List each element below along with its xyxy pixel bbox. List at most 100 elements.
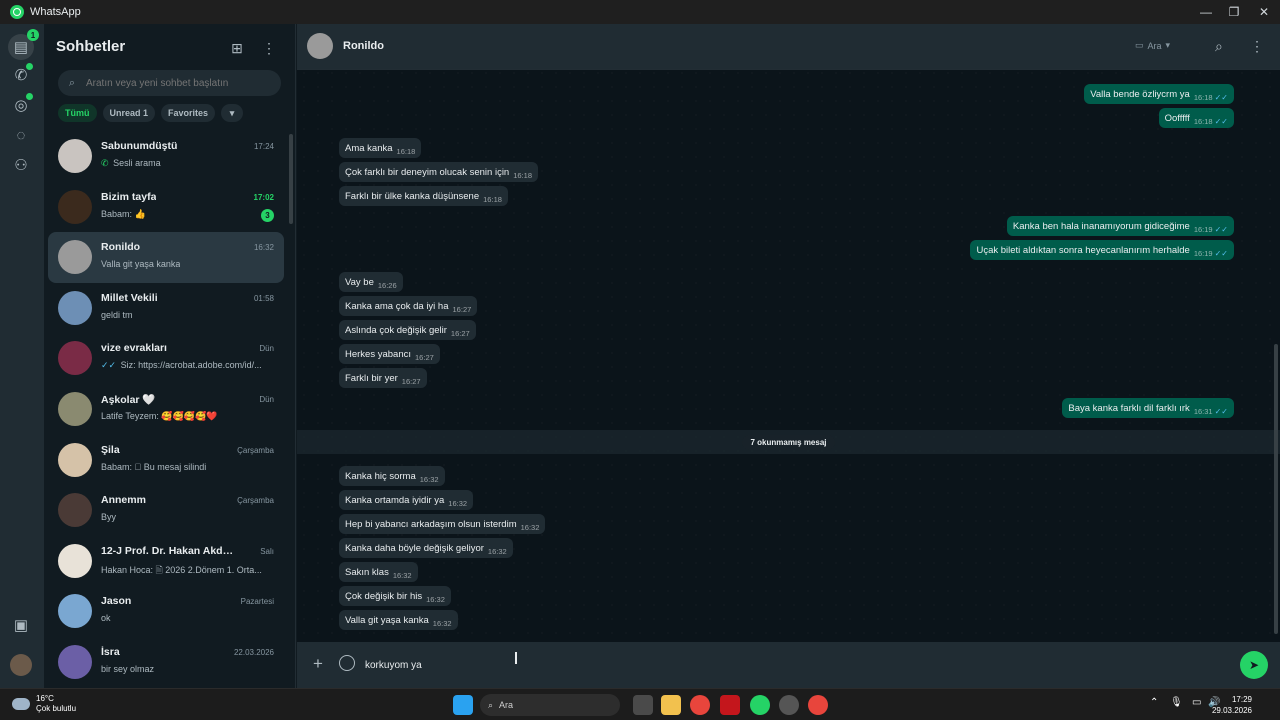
message-text: Sakın klas	[345, 566, 389, 578]
chat-list-item[interactable]: Annemm Çarşamba Byy	[48, 485, 284, 536]
outgoing-message[interactable]: Oofffff 16:18 ✓✓	[1158, 108, 1234, 128]
incoming-message[interactable]: Farklı bir yer 16:27	[339, 368, 427, 388]
emoji-icon[interactable]	[339, 655, 355, 671]
window-title: WhatsApp	[30, 6, 81, 18]
chat-preview-text: Siz: https://acrobat.adobe.com/id/...	[120, 360, 262, 371]
chrome-icon[interactable]	[690, 695, 710, 715]
profile-avatar[interactable]	[10, 654, 32, 676]
outgoing-message[interactable]: Uçak bileti aldıktan sonra heyecanlanırı…	[970, 240, 1234, 260]
new-chat-icon[interactable]: ⊞	[227, 38, 247, 58]
chat-preview: Babam: ⃠ Bu mesaj silindi	[101, 462, 206, 472]
chats-nav-icon[interactable]: ▤ 1	[8, 29, 39, 60]
sidebar-title: Sohbetler	[56, 38, 126, 55]
task-view-icon[interactable]	[633, 695, 653, 715]
chat-name: Aşkolar 🤍	[101, 393, 156, 406]
app-icon[interactable]	[779, 695, 799, 715]
incoming-message[interactable]: Farklı bir ülke kanka düşünsene 16:18	[339, 186, 508, 206]
conversation-scrollbar[interactable]	[1274, 344, 1278, 634]
chat-list-item[interactable]: Ronildo 16:32 Valla git yaşa kanka	[48, 232, 284, 283]
search-icon: ⌕	[488, 699, 494, 710]
chat-list-item[interactable]: Jason Pazartesi ok	[48, 586, 284, 637]
chat-preview-text: Babam: ⃠ Bu mesaj silindi	[101, 461, 207, 472]
message-text: Farklı bir ülke kanka düşünsene	[345, 190, 480, 202]
chat-list-item[interactable]: Aşkolar 🤍 Dün Latife Teyzem: 🥰🥰🥰🥰❤️	[48, 384, 284, 435]
menu-icon[interactable]: ⋮	[259, 38, 279, 58]
calls-nav-icon[interactable]: ✆	[10, 63, 33, 86]
outgoing-message[interactable]: Kanka ben hala inanamıyorum gidiceğime 1…	[1006, 216, 1234, 236]
incoming-message[interactable]: Ama kanka 16:18	[339, 138, 422, 158]
incoming-message[interactable]: Sakın klas 16:32	[339, 562, 418, 582]
double-check-icon: ✓✓	[1214, 406, 1228, 416]
filter-favorites[interactable]: Favorites	[161, 104, 216, 122]
message-text: Kanka hiç sorma	[345, 470, 416, 482]
chat-name: Annemm	[101, 494, 146, 507]
chat-preview: ✆ Sesli arama	[101, 158, 161, 169]
message-text: Farklı bir yer	[345, 372, 398, 384]
contact-name[interactable]: Ronildo	[343, 40, 384, 52]
maximize-button[interactable]: ❐	[1218, 0, 1250, 24]
attach-icon[interactable]: +	[313, 654, 323, 674]
message-text: Baya kanka farklı dil farklı ırk	[1068, 402, 1190, 414]
taskbar-search[interactable]: ⌕ Ara	[480, 694, 620, 716]
outgoing-message[interactable]: Valla bende özliycrm ya 16:18 ✓✓	[1084, 84, 1234, 104]
chat-list-item[interactable]: Bizim tayfa 17:02 Babam: 👍 3	[48, 182, 284, 233]
contact-avatar[interactable]	[307, 33, 333, 59]
close-window-button[interactable]: ✕	[1248, 0, 1280, 24]
message-text: Aslında çok değişik gelir	[345, 324, 447, 336]
chat-list-item[interactable]: İsra 22.03.2026 bir sey olmaz	[48, 637, 284, 688]
incoming-message[interactable]: Valla git yaşa kanka 16:32	[339, 610, 458, 630]
send-button[interactable]: ➤	[1240, 651, 1268, 679]
incoming-message[interactable]: Vay be 16:26	[339, 272, 403, 292]
message-input[interactable]	[365, 655, 1225, 675]
avatar	[58, 290, 92, 325]
chat-time: Dün	[259, 344, 274, 354]
conversation-pane: Ronildo ▭ Ara ▾ ⌕ ⋮ Valla bende özliycrm…	[297, 24, 1280, 688]
filter-unread[interactable]: Unread 1	[102, 104, 156, 122]
chat-list-item[interactable]: 12-J Prof. Dr. Hakan Akdoğan'ı... Salı H…	[48, 536, 284, 587]
weather-widget[interactable]: 16°C Çok bulutlu	[12, 694, 76, 714]
whatsapp-taskbar-icon[interactable]	[750, 695, 770, 715]
chat-name: Şila	[101, 443, 120, 456]
sidebar-scrollbar[interactable]	[289, 134, 293, 224]
chrome-profile-icon[interactable]	[808, 695, 828, 715]
chat-list-item[interactable]: Sabunumdüştü 17:24 ✆ Sesli arama	[48, 131, 284, 182]
chevron-up-icon[interactable]: ⌃	[1150, 697, 1158, 708]
acrobat-icon[interactable]	[720, 695, 740, 715]
incoming-message[interactable]: Hep bi yabancı arkadaşım olsun isterdim …	[339, 514, 546, 534]
microphone-icon[interactable]: 🎙	[1170, 697, 1183, 708]
display-icon[interactable]: ▭	[1192, 697, 1201, 708]
search-box[interactable]: ⌕	[58, 70, 281, 96]
call-button[interactable]: ▭ Ara ▾	[1135, 40, 1170, 51]
clock[interactable]: 17:29 29.03.2026	[1212, 694, 1252, 716]
start-icon[interactable]	[453, 695, 473, 715]
chat-name: 12-J Prof. Dr. Hakan Akdoğan'ı...	[101, 544, 236, 557]
incoming-message[interactable]: Herkes yabancı 16:27	[339, 344, 440, 364]
chat-time: Dün	[259, 394, 274, 404]
message-time: 16:32	[426, 594, 445, 604]
incoming-message[interactable]: Çok değişik bir his 16:32	[339, 586, 451, 606]
filter-all[interactable]: Tümü	[58, 104, 97, 122]
media-icon[interactable]: ▣	[10, 614, 32, 636]
status-nav-icon[interactable]: ◎	[10, 93, 33, 116]
outgoing-message[interactable]: Baya kanka farklı dil farklı ırk 16:31 ✓…	[1062, 398, 1234, 418]
incoming-message[interactable]: Kanka hiç sorma 16:32	[339, 466, 445, 486]
file-explorer-icon[interactable]	[661, 695, 681, 715]
menu-icon[interactable]: ⋮	[1250, 38, 1264, 55]
search-input[interactable]	[86, 77, 266, 89]
nav-rail: ▤ 1 ✆ ◎ ◌ ⚇ ▣	[0, 24, 44, 688]
incoming-message[interactable]: Kanka ortamda iyidir ya 16:32	[339, 490, 474, 510]
chat-list-item[interactable]: Şila Çarşamba Babam: ⃠ Bu mesaj silindi	[48, 435, 284, 486]
chat-preview: Babam: 👍	[101, 209, 146, 220]
incoming-message[interactable]: Aslında çok değişik gelir 16:27	[339, 320, 476, 340]
chat-time: Salı	[260, 546, 274, 556]
incoming-message[interactable]: Çok farklı bir deneyim olucak senin için…	[339, 162, 538, 182]
incoming-message[interactable]: Kanka ama çok da iyi ha 16:27	[339, 296, 478, 316]
chat-list-item[interactable]: vize evrakları Dün ✓✓ Siz: https://acrob…	[48, 333, 284, 384]
channels-nav-icon[interactable]: ◌	[10, 124, 32, 146]
search-icon[interactable]: ⌕	[1215, 38, 1223, 55]
chat-list-item[interactable]: Millet Vekili 01:58 geldi tm	[48, 283, 284, 334]
chat-preview: geldi tm	[101, 310, 133, 320]
incoming-message[interactable]: Kanka daha böyle değişik geliyor 16:32	[339, 538, 513, 558]
communities-nav-icon[interactable]: ⚇	[10, 154, 32, 176]
filter-more-icon[interactable]: ▾	[221, 104, 244, 122]
